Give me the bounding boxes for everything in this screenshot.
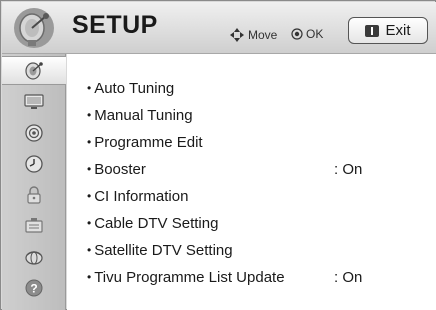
menu-item-tivu-programme-list-update[interactable]: • Tivu Programme List Update : On [87, 267, 417, 287]
sidebar-item-option[interactable] [2, 211, 66, 240]
menu-item-label: Manual Tuning [94, 106, 193, 124]
move-hint-label: Move [248, 28, 278, 42]
page-title: SETUP [72, 11, 158, 39]
ok-hint-label: OK [306, 27, 324, 41]
clock-icon [25, 154, 43, 173]
category-sidebar: ? [2, 54, 66, 310]
sidebar-item-picture[interactable] [2, 87, 66, 116]
menu-item-ci-information[interactable]: • CI Information [87, 186, 417, 206]
menu-item-programme-edit[interactable]: • Programme Edit [87, 132, 417, 152]
setup-dish-logo-icon [14, 8, 54, 48]
menu-item-label: Satellite DTV Setting [94, 241, 233, 259]
menu-item-value: : On [334, 160, 363, 178]
globe-network-icon [25, 250, 43, 265]
exit-button[interactable]: Exit [348, 17, 428, 44]
menu-item-manual-tuning[interactable]: • Manual Tuning [87, 105, 417, 125]
help-icon: ? [25, 279, 43, 296]
sidebar-item-network[interactable] [2, 242, 66, 271]
menu-item-label: Programme Edit [94, 133, 203, 151]
menu-item-auto-tuning[interactable]: • Auto Tuning [87, 78, 417, 98]
exit-icon [365, 24, 380, 37]
lock-icon [27, 185, 41, 204]
menu-item-satellite-dtv-setting[interactable]: • Satellite DTV Setting [87, 240, 417, 260]
menu-item-label: Booster [94, 160, 146, 178]
menu-item-label: CI Information [94, 187, 189, 205]
svg-text:?: ? [30, 281, 37, 295]
options-icon [25, 217, 43, 233]
menu-item-label: Auto Tuning [94, 79, 175, 97]
setup-window: SETUP Move OK Exit ? • Auto Tuning • Man… [0, 0, 436, 310]
tv-picture-icon [24, 93, 44, 109]
sidebar-item-time[interactable] [2, 149, 66, 178]
sidebar-item-support[interactable]: ? [2, 273, 66, 302]
sidebar-item-lock[interactable] [2, 180, 66, 209]
navigation-arrows-icon [230, 28, 244, 42]
menu-item-label: Cable DTV Setting [94, 214, 219, 232]
sidebar-item-audio[interactable] [2, 118, 66, 147]
satellite-dish-icon [25, 61, 43, 80]
setup-menu: • Auto Tuning • Manual Tuning • Programm… [67, 54, 436, 310]
exit-button-label: Exit [385, 22, 411, 39]
menu-item-cable-dtv-setting[interactable]: • Cable DTV Setting [87, 213, 417, 233]
menu-item-booster[interactable]: • Booster : On [87, 159, 417, 179]
audio-speaker-icon [25, 123, 43, 142]
menu-item-value: : On [334, 268, 363, 286]
ok-hint: OK [291, 27, 323, 41]
move-hint: Move [229, 27, 277, 43]
menu-item-label: Tivu Programme List Update [94, 268, 285, 286]
sidebar-item-setup[interactable] [2, 56, 66, 85]
ok-button-icon [291, 28, 303, 40]
header-bar: SETUP Move OK Exit [2, 2, 436, 54]
